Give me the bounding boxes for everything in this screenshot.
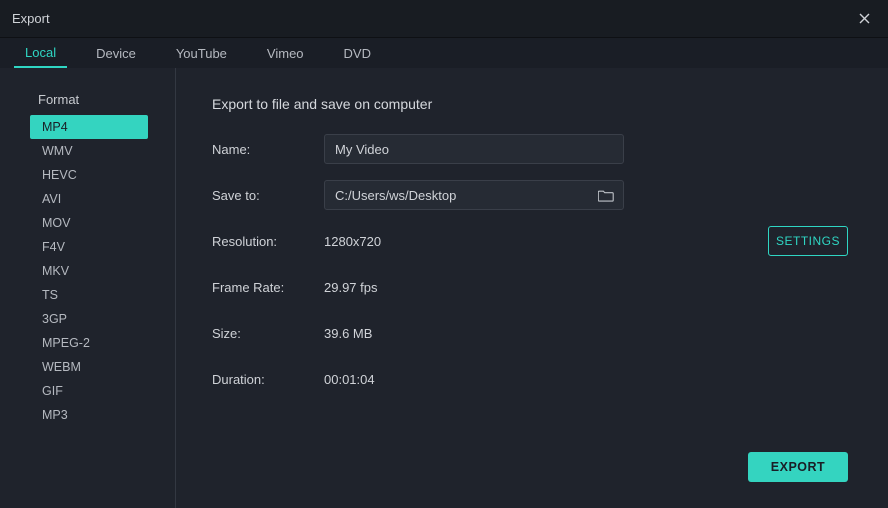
saveto-field[interactable]: C:/Users/ws/Desktop: [324, 180, 624, 210]
format-list: MP4 WMV HEVC AVI MOV F4V MKV TS 3GP MPEG…: [0, 115, 175, 427]
row-framerate: Frame Rate: 29.97 fps: [212, 272, 848, 302]
duration-value: 00:01:04: [324, 372, 375, 387]
saveto-value: C:/Users/ws/Desktop: [335, 188, 597, 203]
tab-local[interactable]: Local: [14, 38, 67, 68]
main-heading: Export to file and save on computer: [212, 96, 848, 112]
row-saveto: Save to: C:/Users/ws/Desktop: [212, 180, 848, 210]
tab-device[interactable]: Device: [85, 38, 147, 68]
framerate-label: Frame Rate:: [212, 280, 324, 295]
tab-dvd[interactable]: DVD: [333, 38, 382, 68]
resolution-value: 1280x720: [324, 234, 381, 249]
window-title: Export: [12, 11, 50, 26]
format-item-mp4[interactable]: MP4: [30, 115, 148, 139]
close-icon: [859, 13, 870, 24]
format-item-mpeg2[interactable]: MPEG-2: [30, 331, 148, 355]
row-resolution: Resolution: 1280x720 SETTINGS: [212, 226, 848, 256]
name-input[interactable]: [324, 134, 624, 164]
format-item-gif[interactable]: GIF: [30, 379, 148, 403]
tabbar: Local Device YouTube Vimeo DVD: [0, 38, 888, 68]
format-item-3gp[interactable]: 3GP: [30, 307, 148, 331]
close-button[interactable]: [852, 7, 876, 31]
format-item-mp3[interactable]: MP3: [30, 403, 148, 427]
format-item-avi[interactable]: AVI: [30, 187, 148, 211]
format-heading: Format: [0, 92, 175, 107]
format-item-hevc[interactable]: HEVC: [30, 163, 148, 187]
footer: EXPORT: [212, 452, 848, 492]
row-name: Name:: [212, 134, 848, 164]
format-item-mov[interactable]: MOV: [30, 211, 148, 235]
browse-folder-button[interactable]: [597, 186, 615, 204]
export-button[interactable]: EXPORT: [748, 452, 848, 482]
body: Format MP4 WMV HEVC AVI MOV F4V MKV TS 3…: [0, 68, 888, 508]
saveto-label: Save to:: [212, 188, 324, 203]
size-value: 39.6 MB: [324, 326, 372, 341]
sidebar: Format MP4 WMV HEVC AVI MOV F4V MKV TS 3…: [0, 68, 176, 508]
name-label: Name:: [212, 142, 324, 157]
main-panel: Export to file and save on computer Name…: [176, 68, 888, 508]
size-label: Size:: [212, 326, 324, 341]
titlebar: Export: [0, 0, 888, 38]
duration-label: Duration:: [212, 372, 324, 387]
framerate-value: 29.97 fps: [324, 280, 378, 295]
folder-icon: [598, 189, 614, 202]
row-size: Size: 39.6 MB: [212, 318, 848, 348]
format-item-wmv[interactable]: WMV: [30, 139, 148, 163]
row-duration: Duration: 00:01:04: [212, 364, 848, 394]
format-item-mkv[interactable]: MKV: [30, 259, 148, 283]
settings-button[interactable]: SETTINGS: [768, 226, 848, 256]
format-item-f4v[interactable]: F4V: [30, 235, 148, 259]
format-item-webm[interactable]: WEBM: [30, 355, 148, 379]
format-item-ts[interactable]: TS: [30, 283, 148, 307]
tab-vimeo[interactable]: Vimeo: [256, 38, 315, 68]
resolution-label: Resolution:: [212, 234, 324, 249]
tab-youtube[interactable]: YouTube: [165, 38, 238, 68]
